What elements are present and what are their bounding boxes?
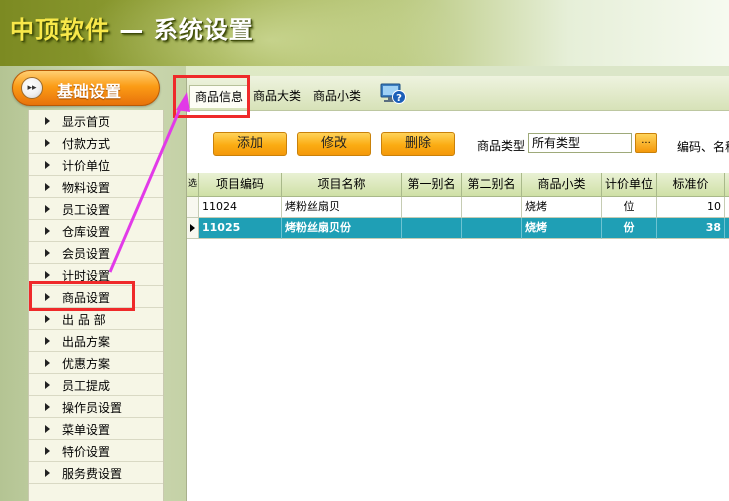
sidebar-item-label: 计价单位 bbox=[62, 159, 111, 173]
sidebar-item-staff[interactable]: 员工设置 bbox=[29, 198, 163, 220]
tab-product-major-category[interactable]: 商品大类 bbox=[251, 85, 303, 107]
tab-bar: 商品信息 商品大类 商品小类 ? bbox=[187, 76, 729, 111]
expand-arrows-icon: ▸▸ bbox=[21, 77, 43, 99]
help-monitor-icon[interactable]: ? bbox=[379, 82, 407, 106]
triangle-right-icon bbox=[45, 227, 50, 235]
cell-name[interactable]: 烤粉丝扇贝份 bbox=[282, 218, 402, 239]
annotation-highlight-sidebar bbox=[29, 281, 135, 311]
sidebar-item-label: 优惠方案 bbox=[62, 357, 111, 371]
col-header-category[interactable]: 商品小类 bbox=[522, 173, 602, 197]
cell-code[interactable]: 11024 bbox=[199, 197, 282, 218]
col-header-alias1[interactable]: 第一别名 bbox=[402, 173, 462, 197]
sidebar-item-material[interactable]: 物料设置 bbox=[29, 176, 163, 198]
cell-code[interactable]: 11025 bbox=[199, 218, 282, 239]
col-header-price[interactable]: 标准价 bbox=[657, 173, 725, 197]
sidebar-item-label: 物料设置 bbox=[62, 181, 111, 195]
main-panel: 商品信息 商品大类 商品小类 ? 添加 修改 删除 商品类型 所有类型 ... … bbox=[186, 76, 729, 501]
sidebar-item-label: 员工提成 bbox=[62, 379, 111, 393]
sidebar-item-label: 出品方案 bbox=[62, 335, 111, 349]
sidebar-item-payment[interactable]: 付款方式 bbox=[29, 132, 163, 154]
product-type-browse-button[interactable]: ... bbox=[635, 133, 657, 153]
cell-alias1[interactable] bbox=[402, 218, 462, 239]
product-type-label: 商品类型 bbox=[477, 139, 526, 153]
triangle-right-icon bbox=[45, 381, 50, 389]
add-button[interactable]: 添加 bbox=[213, 132, 287, 156]
col-header-name[interactable]: 项目名称 bbox=[282, 173, 402, 197]
sidebar-item-service-fee[interactable]: 服务费设置 bbox=[29, 462, 163, 484]
sidebar-item-label: 出 品 部 bbox=[62, 313, 106, 327]
cell-alias2[interactable] bbox=[462, 197, 522, 218]
sidebar-item-special-price[interactable]: 特价设置 bbox=[29, 440, 163, 462]
sidebar-item-label: 员工设置 bbox=[62, 203, 111, 217]
svg-text:?: ? bbox=[396, 93, 402, 104]
cell-more bbox=[725, 197, 729, 218]
triangle-right-icon bbox=[45, 271, 50, 279]
annotation-highlight-tab bbox=[173, 75, 250, 118]
edit-button[interactable]: 修改 bbox=[297, 132, 371, 156]
cell-more bbox=[725, 218, 729, 239]
grid-corner: 选 bbox=[187, 173, 199, 197]
triangle-right-icon bbox=[45, 205, 50, 213]
row-indicator bbox=[187, 218, 199, 239]
section-header-basic-settings[interactable]: ▸▸ 基础设置 bbox=[12, 70, 160, 106]
sidebar-item-label: 会员设置 bbox=[62, 247, 111, 261]
cell-unit[interactable]: 位 bbox=[602, 197, 657, 218]
sidebar-item-label: 仓库设置 bbox=[62, 225, 111, 239]
col-header-unit[interactable]: 计价单位 bbox=[602, 173, 657, 197]
title-bar: 中顶软件 — 系统设置 bbox=[0, 0, 729, 120]
cell-name[interactable]: 烤粉丝扇贝 bbox=[282, 197, 402, 218]
row-indicator bbox=[187, 197, 199, 218]
sidebar-item-label: 菜单设置 bbox=[62, 423, 111, 437]
sidebar-item-menu[interactable]: 菜单设置 bbox=[29, 418, 163, 440]
sidebar-item-label: 付款方式 bbox=[62, 137, 111, 151]
col-header-alias2[interactable]: 第二别名 bbox=[462, 173, 522, 197]
current-row-arrow-icon bbox=[190, 224, 195, 232]
sidebar-item-label: 特价设置 bbox=[62, 445, 111, 459]
search-label: 编码、名称 bbox=[677, 140, 729, 154]
sidebar-item-warehouse[interactable]: 仓库设置 bbox=[29, 220, 163, 242]
sidebar-item-home[interactable]: 显示首页 bbox=[29, 110, 163, 132]
triangle-right-icon bbox=[45, 425, 50, 433]
triangle-right-icon bbox=[45, 315, 50, 323]
triangle-right-icon bbox=[45, 403, 50, 411]
app-brand: 中顶软件 bbox=[10, 16, 110, 44]
cell-alias2[interactable] bbox=[462, 218, 522, 239]
product-grid: 选 项目编码 项目名称 第一别名 第二别名 商品小类 计价单位 标准价 1102… bbox=[187, 173, 729, 501]
tab-product-minor-category[interactable]: 商品小类 bbox=[309, 85, 365, 107]
cell-unit[interactable]: 份 bbox=[602, 218, 657, 239]
triangle-right-icon bbox=[45, 161, 50, 169]
toolbar: 添加 修改 删除 商品类型 所有类型 ... 编码、名称 bbox=[187, 111, 729, 171]
triangle-right-icon bbox=[45, 183, 50, 191]
cell-category[interactable]: 烧烤 bbox=[522, 218, 602, 239]
app-title-text: — 系统设置 bbox=[110, 16, 254, 44]
cell-category[interactable]: 烧烤 bbox=[522, 197, 602, 218]
sidebar-item-kitchen-plan[interactable]: 出品方案 bbox=[29, 330, 163, 352]
sidebar-item-label: 服务费设置 bbox=[62, 467, 123, 481]
delete-button[interactable]: 删除 bbox=[381, 132, 455, 156]
sidebar-item-unit[interactable]: 计价单位 bbox=[29, 154, 163, 176]
triangle-right-icon bbox=[45, 447, 50, 455]
cell-price[interactable]: 10 bbox=[657, 197, 725, 218]
triangle-right-icon bbox=[45, 359, 50, 367]
cell-alias1[interactable] bbox=[402, 197, 462, 218]
col-header-code[interactable]: 项目编码 bbox=[199, 173, 282, 197]
triangle-right-icon bbox=[45, 469, 50, 477]
col-header-more bbox=[725, 173, 729, 197]
triangle-right-icon bbox=[45, 249, 50, 257]
sidebar-item-label: 显示首页 bbox=[62, 115, 111, 129]
sidebar-item-label: 操作员设置 bbox=[62, 401, 123, 415]
sidebar-item-commission[interactable]: 员工提成 bbox=[29, 374, 163, 396]
sidebar-item-member[interactable]: 会员设置 bbox=[29, 242, 163, 264]
sidebar-item-discount[interactable]: 优惠方案 bbox=[29, 352, 163, 374]
cell-price[interactable]: 38 bbox=[657, 218, 725, 239]
section-header-label: 基础设置 bbox=[57, 82, 122, 101]
product-type-select[interactable]: 所有类型 bbox=[528, 133, 632, 153]
sidebar-item-operator[interactable]: 操作员设置 bbox=[29, 396, 163, 418]
triangle-right-icon bbox=[45, 337, 50, 345]
triangle-right-icon bbox=[45, 139, 50, 147]
app-title: 中顶软件 — 系统设置 bbox=[10, 10, 254, 45]
triangle-right-icon bbox=[45, 117, 50, 125]
sidebar-item-kitchen[interactable]: 出 品 部 bbox=[29, 308, 163, 330]
